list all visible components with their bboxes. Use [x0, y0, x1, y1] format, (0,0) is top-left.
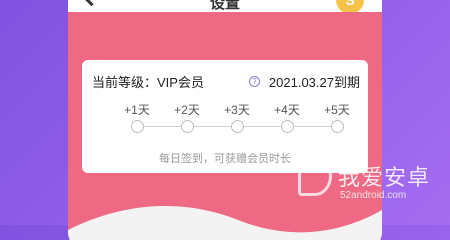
watermark-text: 我爱安卓: [338, 165, 431, 190]
day-label: +2天: [174, 103, 200, 117]
day-label: +4天: [274, 103, 300, 117]
day-label: +1天: [124, 103, 150, 117]
watermark-url: 52android.com: [340, 190, 407, 201]
day-dot[interactable]: [230, 120, 244, 133]
day-dot[interactable]: [180, 120, 194, 133]
day-label: +5天: [324, 103, 350, 117]
top-bar: 设置 S: [68, 0, 382, 14]
day-dot[interactable]: [130, 120, 144, 133]
day-dot[interactable]: [330, 120, 344, 133]
day-dot[interactable]: [280, 120, 294, 133]
day-label: +3天: [224, 103, 250, 117]
watermark: 我爱安卓 52android.com: [298, 150, 448, 210]
watermark-logo-icon: [298, 156, 332, 196]
